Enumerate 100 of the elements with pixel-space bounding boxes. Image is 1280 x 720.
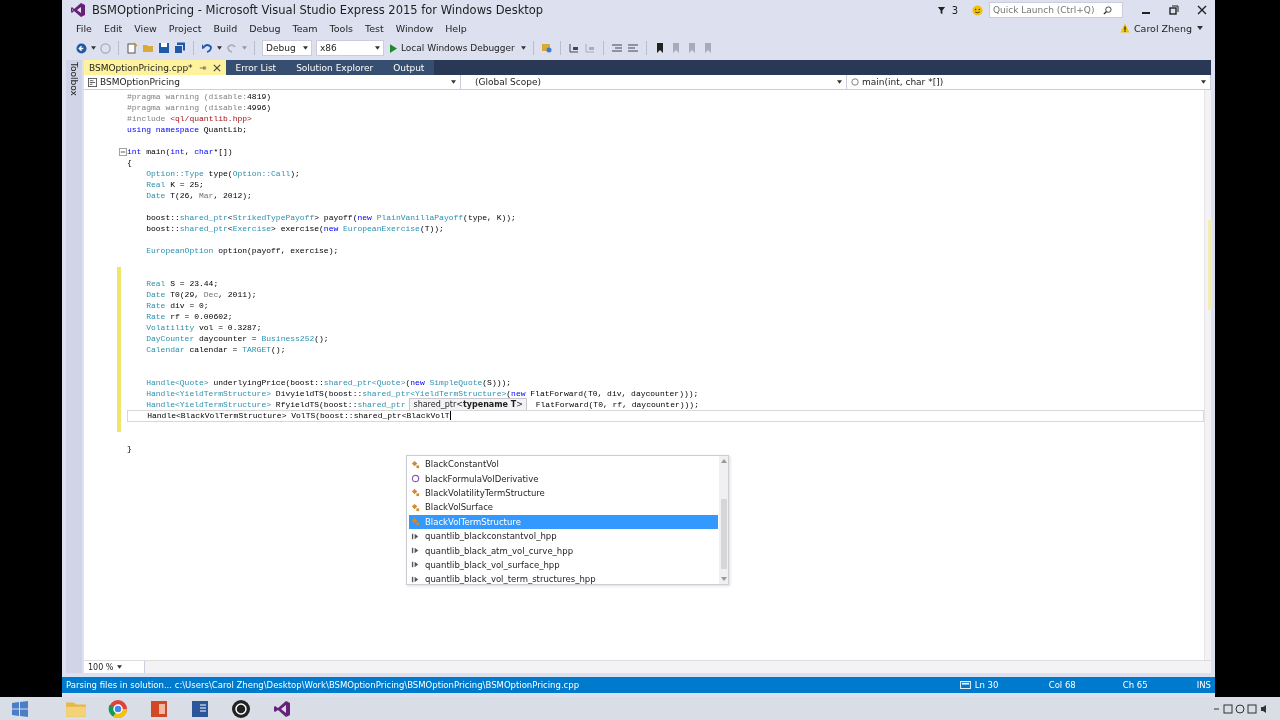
completion-item[interactable]: BlackVolSurface xyxy=(409,500,718,515)
document-tab[interactable]: Output xyxy=(383,60,435,75)
macro-icon xyxy=(411,546,420,556)
caret-icon xyxy=(837,80,842,84)
code-line: boost::shared_ptr<StrikedTypePayoff> payoff(new PlainVanillaPayoff(type, K)); xyxy=(145,212,516,223)
menu-item[interactable]: Test xyxy=(359,22,390,34)
scroll-up-icon[interactable] xyxy=(720,459,727,463)
restore-icon[interactable] xyxy=(1169,5,1179,15)
run-debugger-button[interactable]: Local Windows Debugger xyxy=(388,43,517,53)
caret-icon xyxy=(117,665,123,669)
code-line: Real S = 23.44; xyxy=(145,278,219,289)
completion-item[interactable]: blackFormulaVolDerivative xyxy=(409,471,718,486)
code-line: Option::Type type(Option::Call); xyxy=(145,168,300,179)
method-icon xyxy=(851,78,859,86)
user-name[interactable]: Carol Zheng xyxy=(1133,22,1192,34)
recorder-app-icon[interactable] xyxy=(231,698,251,719)
toolbox-panel[interactable]: Toolbox xyxy=(66,60,82,673)
scrollbar[interactable] xyxy=(719,456,728,584)
member-dropdown[interactable]: main(int, char *[]) xyxy=(847,75,1211,89)
code-line: #include <ql/quantlib.hpp> xyxy=(127,113,252,124)
smiley-icon[interactable] xyxy=(972,4,983,16)
line-number: Ln 30 xyxy=(974,680,1000,690)
function-icon xyxy=(411,474,420,484)
step-icon[interactable] xyxy=(567,42,580,54)
code-line: Date T0(29, Dec, 2011); xyxy=(145,289,257,300)
menu-item[interactable]: Edit xyxy=(97,22,129,34)
caret-icon xyxy=(1201,80,1206,84)
outdent-icon[interactable] xyxy=(626,42,639,54)
close-icon[interactable] xyxy=(1197,5,1207,15)
caret-icon[interactable] xyxy=(217,46,222,50)
caret-icon[interactable] xyxy=(91,46,96,50)
code-line: Real K = 25; xyxy=(145,179,204,190)
macro-icon xyxy=(411,574,420,584)
menu-item[interactable]: Window xyxy=(389,22,440,34)
caret-icon xyxy=(451,80,456,84)
scope-dropdown[interactable]: (Global Scope) xyxy=(461,75,847,89)
code-line: } xyxy=(127,443,132,454)
indent-icon[interactable] xyxy=(610,42,623,54)
code-line: EuropeanOption option(payoff, exercise); xyxy=(145,245,339,256)
window-title: BSMOptionPricing - Microsoft Visual Studio Express 2015 for Windows Desktop xyxy=(92,3,544,17)
platform-dropdown[interactable]: x86 xyxy=(316,40,384,56)
menu-item[interactable]: Team xyxy=(286,22,324,34)
document-tab[interactable]: Error List xyxy=(225,60,287,75)
menu-item[interactable]: Tools xyxy=(323,22,359,34)
undo-icon[interactable] xyxy=(201,42,213,54)
play-icon xyxy=(390,43,397,53)
slides-app-icon[interactable] xyxy=(149,698,169,719)
code-line: FlatForward(T0, rf, daycounter))); xyxy=(534,399,699,410)
scroll-down-icon[interactable] xyxy=(720,577,727,581)
project-dropdown[interactable]: BSMOptionPricing xyxy=(84,75,461,89)
document-tab[interactable]: Solution Explorer xyxy=(286,60,384,75)
menu-item[interactable]: View xyxy=(128,22,163,34)
menu-item[interactable]: Debug xyxy=(243,22,287,34)
menu-item[interactable]: Help xyxy=(439,22,473,34)
code-line: #pragma warning (disable:4996) xyxy=(127,102,272,113)
window-icon xyxy=(959,681,971,689)
windows-logo-icon[interactable] xyxy=(10,698,30,719)
code-line: Handle<Quote> underlyingPrice(boost::shared_ptr<Quote>(new SimpleQuote(S))); xyxy=(145,377,512,388)
document-app-icon[interactable] xyxy=(190,698,210,719)
zoom-dropdown[interactable]: 100 % xyxy=(84,661,145,673)
completion-item[interactable]: quantlib_black_vol_surface_hpp xyxy=(409,557,718,573)
column-number: Col 68 xyxy=(1048,680,1077,690)
completion-item[interactable]: quantlib_blackconstantvol_hpp xyxy=(409,528,718,544)
class-icon xyxy=(411,488,420,498)
save-icon[interactable] xyxy=(158,42,170,54)
menu-item[interactable]: Project xyxy=(162,22,208,34)
code-line: DayCounter daycounter = Business252(); xyxy=(145,333,329,344)
menu-item[interactable]: File xyxy=(70,22,98,34)
status-message: Parsing files in solution... c:\Users\Carol Zheng\Desktop\Work\BSMOptionPricing\BSMOptionPricing\BSMOptionPricing.cpp xyxy=(66,680,581,690)
configuration-dropdown[interactable]: Debug xyxy=(262,40,312,56)
collapse-icon[interactable] xyxy=(119,147,127,156)
app-logo-icon xyxy=(70,2,86,18)
code-line: { xyxy=(127,157,132,168)
new-project-icon[interactable] xyxy=(126,42,138,54)
notification-count[interactable]: 3 xyxy=(951,4,958,16)
code-line: Rate rf = 0.00602; xyxy=(145,311,233,322)
code-line: Volatility vol = 0.3287; xyxy=(145,322,262,333)
pin-icon[interactable] xyxy=(198,63,207,72)
back-icon[interactable] xyxy=(76,42,87,54)
completion-item[interactable]: quantlib_black_atm_vol_curve_hpp xyxy=(409,543,718,558)
caret-icon xyxy=(303,46,308,50)
insert-mode: INS xyxy=(1196,680,1211,690)
quick-launch-field[interactable]: Quick Launch (Ctrl+Q) xyxy=(989,2,1123,18)
close-icon[interactable] xyxy=(212,63,221,72)
char-number: Ch 65 xyxy=(1122,680,1149,690)
menu-item[interactable]: Build xyxy=(207,22,244,34)
document-tab[interactable]: BSMOptionPricing.cpp* xyxy=(84,60,226,75)
code-line: boost::shared_ptr<Exercise> exercise(new EuropeanExercise(T)); xyxy=(145,223,444,234)
browse-icon[interactable] xyxy=(540,42,553,54)
code-line: Handle<YieldTermStructure> RfyieldTS(boost::shared_ptr xyxy=(145,399,406,410)
ide-app-icon[interactable] xyxy=(272,698,292,719)
save-all-icon[interactable] xyxy=(174,42,186,54)
completion-item[interactable]: BlackVolatilityTermStructure xyxy=(409,485,718,501)
completion-item[interactable]: quantlib_black_vol_term_structures_hpp xyxy=(409,572,718,587)
browser-icon[interactable] xyxy=(108,698,128,719)
caret-icon[interactable] xyxy=(520,46,526,50)
caret-icon[interactable] xyxy=(1197,26,1203,30)
warning-icon xyxy=(1119,23,1130,33)
completion-item[interactable]: BlackConstantVol xyxy=(409,457,718,472)
search-icon xyxy=(1103,5,1112,15)
